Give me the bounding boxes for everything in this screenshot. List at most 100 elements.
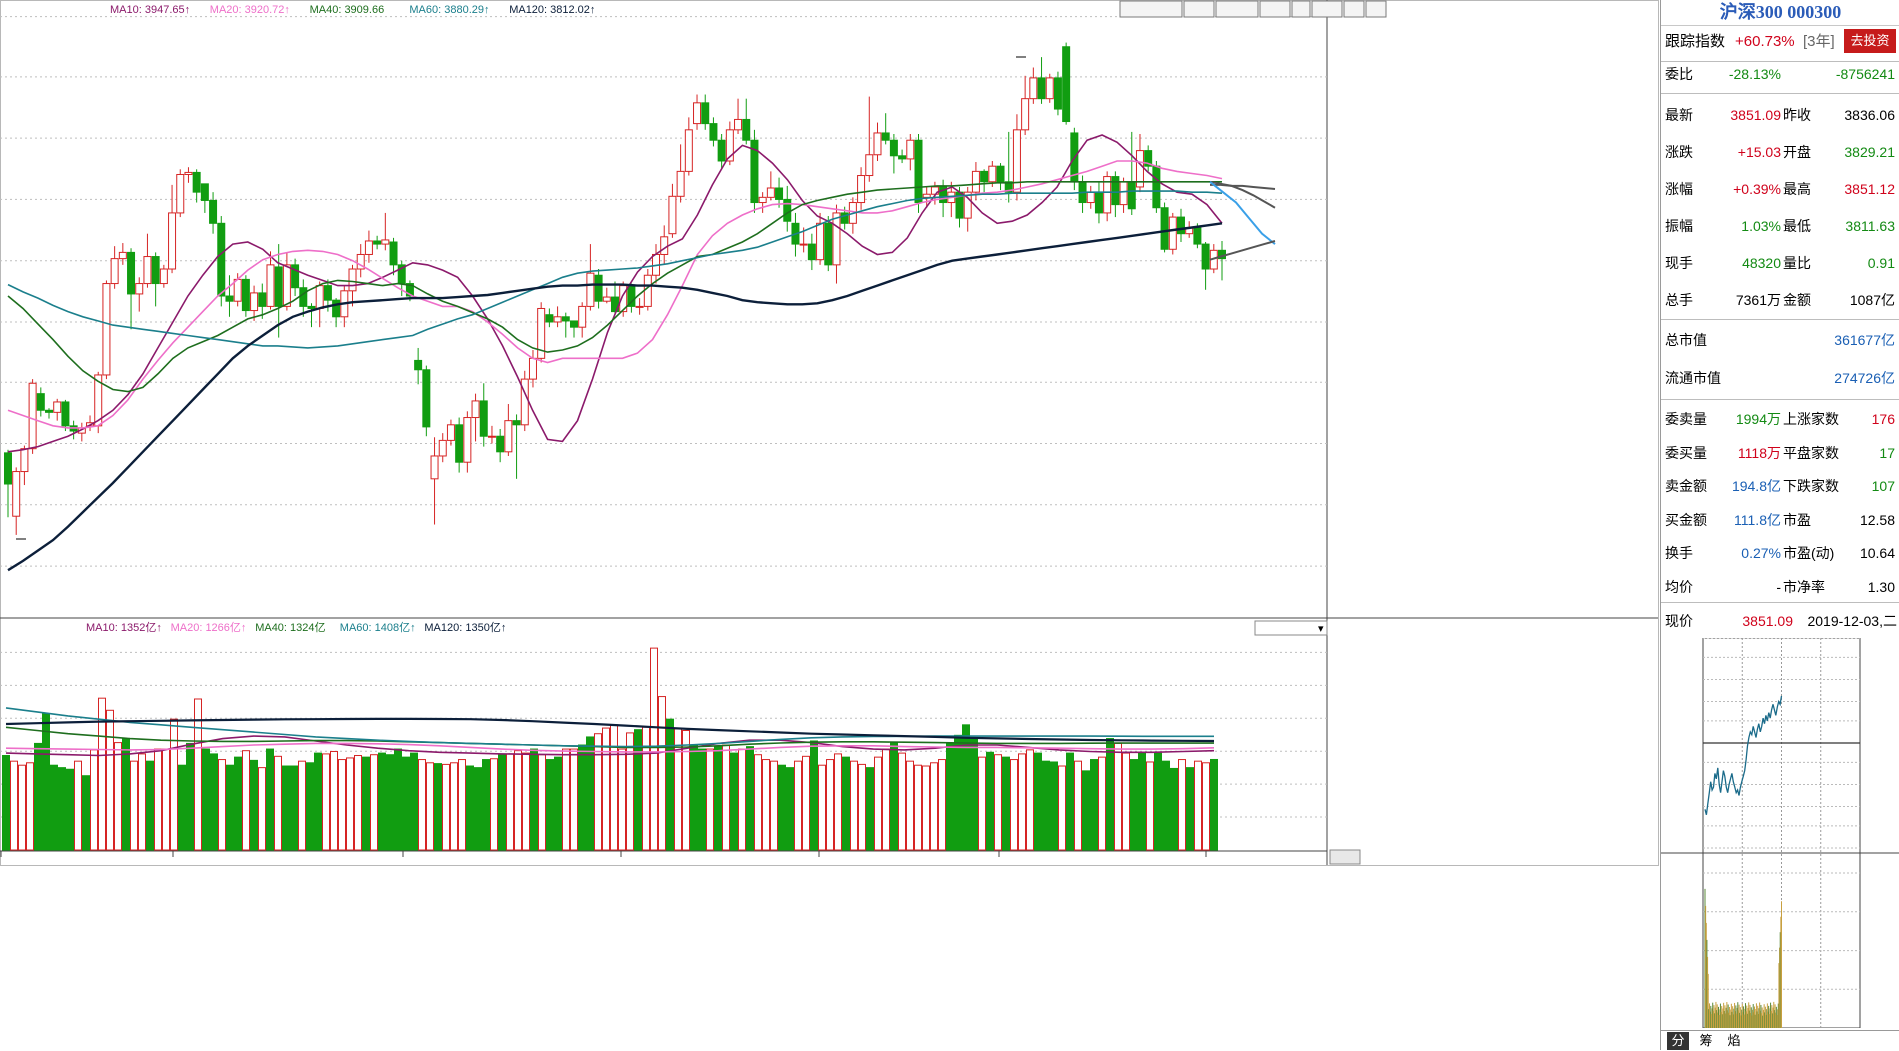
volume-bar[interactable]	[530, 748, 538, 851]
candle[interactable]	[1012, 114, 1021, 201]
volume-bar[interactable]	[626, 732, 634, 851]
candle[interactable]	[209, 192, 218, 234]
volume-bar[interactable]	[178, 764, 186, 851]
volume-bar[interactable]	[898, 752, 906, 851]
volume-bar[interactable]	[818, 764, 826, 851]
toolbar-button-bg[interactable]	[1259, 0, 1291, 18]
volume-bar[interactable]	[618, 748, 626, 851]
volume-bar[interactable]	[658, 696, 666, 851]
candle[interactable]	[520, 370, 529, 432]
candle[interactable]	[668, 183, 677, 238]
candle[interactable]	[1094, 181, 1103, 224]
tab-chouma[interactable]: 筹	[1695, 1032, 1717, 1050]
volume-bar[interactable]	[778, 764, 786, 851]
volume-bar[interactable]	[802, 755, 810, 851]
volume-bar[interactable]	[474, 767, 482, 851]
candle[interactable]	[676, 144, 685, 203]
candle[interactable]	[340, 285, 349, 328]
volume-bar[interactable]	[258, 767, 266, 851]
volume-bar[interactable]	[794, 760, 802, 851]
volume-bar[interactable]	[650, 647, 658, 851]
candle[interactable]	[693, 94, 702, 130]
candle[interactable]	[1062, 42, 1071, 125]
volume-bar[interactable]	[218, 759, 226, 851]
volume-bar[interactable]	[690, 744, 698, 851]
volume-bar[interactable]	[1106, 738, 1114, 851]
volume-bar[interactable]	[1130, 759, 1138, 851]
candle[interactable]	[332, 298, 341, 328]
candle[interactable]	[635, 298, 644, 315]
volume-bar[interactable]	[234, 756, 242, 851]
volume-bar[interactable]	[1114, 742, 1122, 851]
candle[interactable]	[1004, 131, 1013, 203]
volume-bar[interactable]	[1098, 756, 1106, 851]
candle[interactable]	[438, 433, 447, 463]
volume-bar[interactable]	[1138, 752, 1146, 851]
volume-bar[interactable]	[346, 757, 354, 851]
volume-bar[interactable]	[482, 759, 490, 851]
volume-bar[interactable]	[242, 750, 250, 851]
candle[interactable]	[881, 113, 890, 145]
volume-bar[interactable]	[762, 759, 770, 851]
volume-bar[interactable]	[858, 763, 866, 851]
toolbar-button[interactable]	[1365, 0, 1387, 18]
candle[interactable]	[291, 258, 300, 297]
volume-bar[interactable]	[666, 718, 674, 851]
volume-bar[interactable]	[514, 750, 522, 851]
volume-bar[interactable]	[10, 760, 18, 851]
candle[interactable]	[832, 204, 841, 284]
volume-bar[interactable]	[1162, 760, 1170, 851]
candle[interactable]	[1103, 171, 1112, 222]
toolbar-button[interactable]	[1259, 0, 1291, 18]
volume-bar[interactable]	[914, 764, 922, 851]
intraday-chart[interactable]	[1661, 638, 1899, 1028]
candle[interactable]	[12, 467, 21, 535]
volume-bar[interactable]	[394, 748, 402, 851]
candle[interactable]	[143, 233, 152, 288]
candle[interactable]	[422, 365, 431, 437]
candle[interactable]	[1127, 131, 1136, 216]
volume-bar[interactable]	[714, 746, 722, 851]
volume-bar[interactable]	[978, 756, 986, 851]
volume-bar[interactable]	[442, 763, 450, 851]
volume-bar[interactable]	[362, 756, 370, 851]
toolbar-button[interactable]	[1215, 0, 1259, 18]
volume-bar[interactable]	[882, 748, 890, 851]
volume-bar[interactable]	[498, 753, 506, 851]
volume-bar[interactable]	[922, 765, 930, 851]
toolbar-button-bg[interactable]	[1119, 0, 1183, 18]
candle[interactable]	[537, 302, 546, 363]
volume-bar[interactable]	[354, 755, 362, 851]
candle[interactable]	[1053, 71, 1062, 116]
candle[interactable]	[816, 212, 825, 265]
candle[interactable]	[1152, 160, 1161, 213]
candle[interactable]	[1218, 240, 1226, 281]
candle[interactable]	[282, 252, 291, 311]
volume-bar[interactable]	[1050, 761, 1058, 851]
candle[interactable]	[53, 398, 62, 421]
candle[interactable]	[783, 185, 792, 232]
candle[interactable]	[1176, 208, 1185, 243]
candle[interactable]	[898, 149, 907, 164]
candle[interactable]	[373, 235, 382, 250]
volume-bar[interactable]	[1154, 752, 1162, 851]
volume-bar[interactable]	[66, 768, 74, 851]
volume-bar[interactable]	[170, 718, 178, 851]
volume-bar[interactable]	[378, 752, 386, 851]
volume-bar[interactable]	[826, 759, 834, 851]
toolbar-button-bg[interactable]	[1215, 0, 1259, 18]
volume-bar[interactable]	[466, 765, 474, 851]
candle[interactable]	[151, 252, 160, 307]
volume-bar[interactable]	[730, 752, 738, 851]
volume-bar[interactable]	[90, 749, 98, 851]
volume-bar[interactable]	[458, 759, 466, 851]
candle[interactable]	[578, 302, 587, 338]
volume-bar[interactable]	[890, 742, 898, 851]
volume-bar[interactable]	[250, 759, 258, 851]
candle[interactable]	[684, 117, 693, 176]
volume-selector[interactable]: ▾	[1254, 620, 1328, 636]
candle[interactable]	[750, 129, 759, 213]
candle[interactable]	[127, 248, 136, 330]
volume-bar[interactable]	[314, 752, 322, 851]
toolbar-button-bg[interactable]	[1183, 0, 1215, 18]
